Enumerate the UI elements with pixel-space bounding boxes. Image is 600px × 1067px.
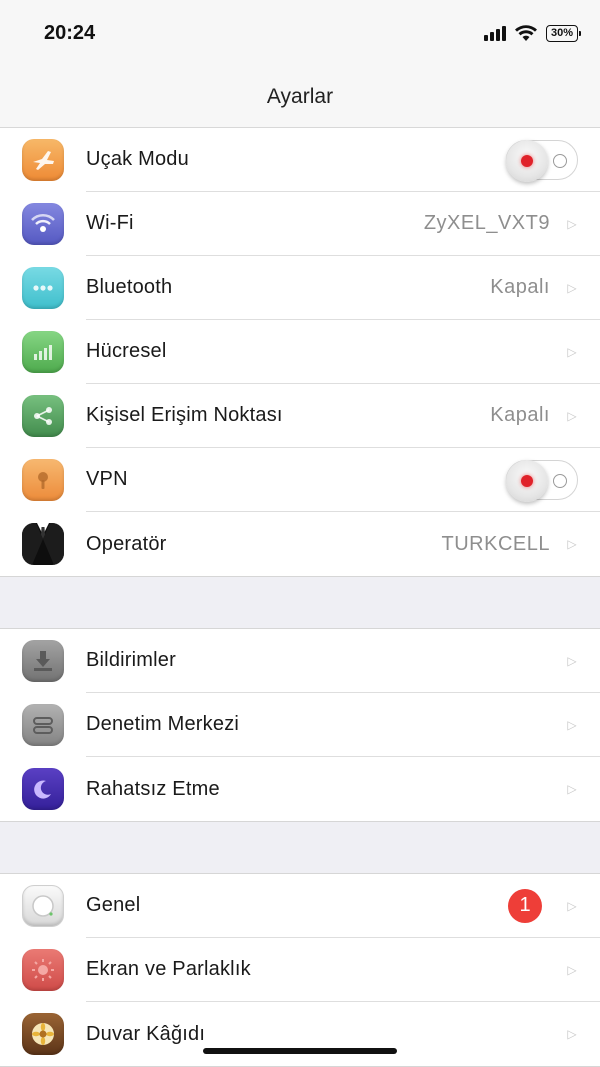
settings-row-wifi[interactable]: Wi-Fi ZyXEL_VXT9 ▷ [0,192,600,256]
settings-group-notifications: Bildirimler ▷ Denetim Merkezi ▷ Rahatsız… [0,628,600,822]
status-bar: 20:24 30% [0,0,600,66]
settings-row-control-center[interactable]: Denetim Merkezi ▷ [0,693,600,757]
section-gap [0,577,600,628]
toggle-knob [506,459,548,502]
vpn-toggle[interactable] [506,459,578,502]
chevron-right-icon: ▷ [567,280,577,295]
chevron-right-icon: ▷ [567,216,577,231]
settings-row-label: Denetim Merkezi [86,713,240,735]
settings-row-label: Kişisel Erişim Noktası [86,404,283,426]
chevron-right-icon: ▷ [567,898,577,913]
settings-group-general: Genel 1 ▷ Ekran ve Parlaklık ▷ Duvar Kâğ… [0,873,600,1067]
settings-row-display-brightness[interactable]: Ekran ve Parlaklık ▷ [0,938,600,1002]
cellular-icon [22,331,64,373]
battery-percent: 30% [550,27,574,39]
navigation-bar: Ayarlar [0,66,600,128]
chevron-right-icon: ▷ [567,408,577,423]
toggle-knob [506,139,548,182]
bluetooth-icon [22,267,64,309]
settings-row-label: Rahatsız Etme [86,777,220,800]
settings-row-bluetooth[interactable]: Bluetooth Kapalı ▷ [0,256,600,320]
settings-row-label: Genel [86,894,141,916]
wifi-icon [22,203,64,245]
bluetooth-status-value: Kapalı [490,276,550,298]
airplane-icon [22,139,64,181]
settings-row-label: Bluetooth [86,276,173,298]
cellular-signal-icon [484,25,506,41]
chevron-right-icon: ▷ [567,717,577,732]
general-icon [22,885,64,927]
airplane-mode-toggle[interactable] [506,139,578,182]
display-brightness-icon [22,949,64,991]
chevron-right-icon: ▷ [567,344,577,359]
wallpaper-icon [22,1013,64,1055]
wifi-network-value: ZyXEL_VXT9 [423,212,550,234]
settings-row-label: Uçak Modu [86,148,189,170]
settings-row-notifications[interactable]: Bildirimler ▷ [0,629,600,693]
toggle-off-ring [553,153,567,168]
status-time: 20:24 [44,22,96,44]
settings-row-carrier[interactable]: Operatör TURKCELL ▷ [0,512,600,576]
settings-row-label: Duvar Kâğıdı [86,1022,206,1045]
update-badge: 1 [508,888,542,923]
home-indicator[interactable] [203,1048,397,1054]
chevron-right-icon: ▷ [567,537,577,551]
settings-row-vpn[interactable]: VPN [0,448,600,512]
chevron-right-icon: ▷ [567,962,577,977]
hotspot-status-value: Kapalı [490,404,550,426]
settings-row-airplane-mode[interactable]: Uçak Modu [0,128,600,192]
control-center-icon [22,704,64,746]
vpn-icon [22,459,64,501]
settings-row-label: Ekran ve Parlaklık [86,958,251,980]
settings-row-label: Wi-Fi [86,212,134,234]
settings-row-general[interactable]: Genel 1 ▷ [0,874,600,938]
chevron-right-icon: ▷ [567,782,577,796]
status-icons: 30% [484,22,581,44]
notifications-icon [22,640,64,682]
chevron-right-icon: ▷ [567,653,577,668]
settings-row-label: VPN [86,468,128,490]
settings-row-personal-hotspot[interactable]: Kişisel Erişim Noktası Kapalı ▷ [0,384,600,448]
toggle-off-ring [553,473,567,488]
settings-row-do-not-disturb[interactable]: Rahatsız Etme ▷ [0,757,600,821]
carrier-value: TURKCELL [441,532,550,555]
settings-row-label: Bildirimler [86,649,176,671]
settings-row-label: Operatör [86,532,167,555]
chevron-right-icon: ▷ [567,1027,577,1041]
carrier-icon [22,523,64,565]
settings-group-connectivity: Uçak Modu Wi-Fi ZyXEL_VXT9 ▷ Bluetooth K… [0,128,600,577]
page-title: Ayarlar [266,84,334,108]
hotspot-icon [22,395,64,437]
wifi-status-icon [515,25,537,41]
settings-row-label: Hücresel [86,340,167,362]
section-gap [0,822,600,873]
settings-row-wallpaper[interactable]: Duvar Kâğıdı ▷ [0,1002,600,1066]
settings-row-cellular[interactable]: Hücresel ▷ [0,320,600,384]
do-not-disturb-icon [22,768,64,810]
battery-indicator: 30% [546,24,581,42]
settings-list: Uçak Modu Wi-Fi ZyXEL_VXT9 ▷ Bluetooth K… [0,128,600,1067]
